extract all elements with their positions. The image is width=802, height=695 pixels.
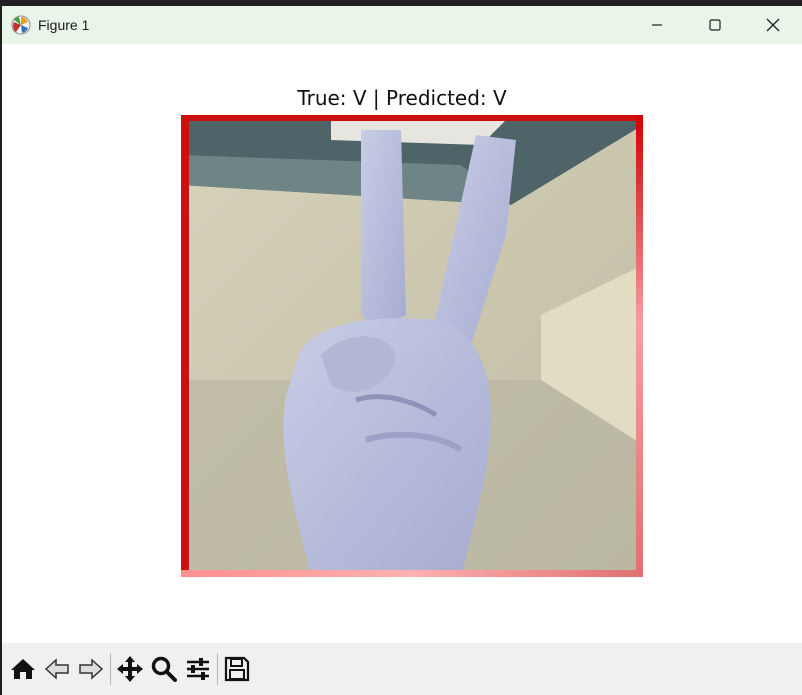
close-button[interactable]: [744, 6, 802, 44]
plot-title: True: V | Predicted: V: [297, 86, 507, 110]
matplotlib-icon: [11, 15, 31, 35]
pan-icon: [117, 656, 143, 682]
configure-subplots-button[interactable]: [181, 652, 215, 686]
forward-button[interactable]: [74, 652, 108, 686]
window-controls: [628, 6, 802, 44]
forward-icon: [79, 658, 104, 680]
back-button[interactable]: [40, 652, 74, 686]
figure-window: Figure 1 True: V | Predicted: V: [2, 6, 802, 695]
zoom-icon: [151, 656, 177, 682]
figure-canvas[interactable]: True: V | Predicted: V: [2, 44, 802, 643]
home-button[interactable]: [6, 652, 40, 686]
window-title: Figure 1: [38, 17, 90, 33]
hand-sign-image: [181, 115, 643, 577]
title-bar[interactable]: Figure 1: [2, 6, 802, 44]
configure-icon: [187, 658, 209, 680]
pan-button[interactable]: [113, 652, 147, 686]
save-icon: [224, 656, 250, 682]
minimize-icon: [652, 24, 662, 26]
toolbar-separator: [110, 653, 111, 685]
zoom-button[interactable]: [147, 652, 181, 686]
back-icon: [44, 658, 69, 680]
toolbar-separator: [217, 653, 218, 685]
minimize-button[interactable]: [628, 6, 686, 44]
maximize-button[interactable]: [686, 6, 744, 44]
home-icon: [11, 659, 35, 679]
save-button[interactable]: [220, 652, 254, 686]
close-icon: [766, 18, 780, 32]
navigation-toolbar: [2, 643, 802, 695]
maximize-icon: [709, 19, 721, 31]
